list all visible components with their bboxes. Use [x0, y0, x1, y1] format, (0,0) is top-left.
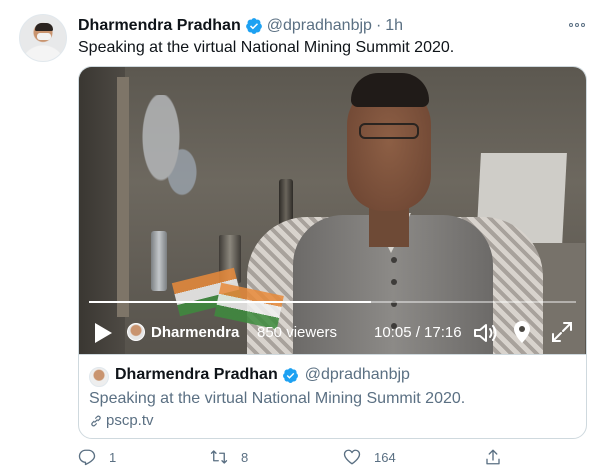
tweet-text: Speaking at the virtual National Mining …	[78, 39, 455, 56]
video-speaker-glasses	[359, 123, 419, 139]
share-icon	[486, 449, 500, 465]
play-icon[interactable]	[93, 322, 113, 344]
broadcaster-name[interactable]: Dharmendra ...	[151, 324, 241, 341]
quoted-author-handle: @dpradhanbjp	[304, 366, 410, 383]
quoted-text: Speaking at the virtual National Mining …	[89, 390, 466, 407]
quoted-tweet[interactable]: Dharmendra Pradhan @dpradhanbjp Speaking…	[79, 354, 586, 438]
volume-icon[interactable]	[472, 321, 498, 345]
viewer-count: 850 viewers	[257, 324, 338, 341]
author-name[interactable]: Dharmendra Pradhan	[78, 17, 241, 35]
fullscreen-icon[interactable]	[551, 321, 573, 343]
like-count: 164	[374, 449, 396, 465]
quoted-author-avatar	[89, 367, 109, 387]
avatar-hair	[35, 23, 53, 31]
header-separator: ·	[375, 17, 382, 34]
quoted-link[interactable]: pscp.tv	[89, 412, 154, 429]
author-avatar[interactable]	[19, 14, 67, 62]
tweet-actions: 1 8 164	[78, 448, 518, 468]
video-speaker-neck	[369, 207, 409, 247]
retweet-button[interactable]: 8	[210, 448, 248, 466]
like-button[interactable]: 164	[343, 448, 396, 466]
video-player[interactable]: Dharmendra ... 850 viewers 10:05 / 17:16	[79, 67, 586, 354]
quoted-header: Dharmendra Pradhan @dpradhanbjp	[115, 366, 410, 384]
video-scene-flowers	[133, 95, 203, 235]
share-button[interactable]	[484, 448, 502, 466]
tweet-time[interactable]: 1h	[385, 17, 403, 35]
broadcaster-avatar[interactable]	[127, 323, 145, 341]
tweet[interactable]: Dharmendra Pradhan @dpradhanbjp · 1h Spe…	[0, 0, 606, 471]
video-scene-vase	[151, 231, 167, 291]
author-handle[interactable]: @dpradhanbjp	[267, 17, 372, 35]
reply-icon	[78, 449, 96, 466]
quoted-author-name: Dharmendra Pradhan	[115, 366, 278, 383]
location-icon[interactable]	[513, 320, 531, 344]
media-card[interactable]: Dharmendra ... 850 viewers 10:05 / 17:16	[78, 66, 587, 439]
retweet-count: 8	[241, 449, 249, 465]
heart-icon	[343, 449, 361, 465]
video-timecode: 10:05 / 17:16	[374, 324, 462, 341]
retweet-icon	[210, 450, 228, 464]
tweet-header: Dharmendra Pradhan @dpradhanbjp · 1h	[78, 15, 403, 37]
video-progress-bar[interactable]	[89, 301, 576, 303]
avatar-mask	[37, 33, 51, 40]
verified-badge-icon	[245, 18, 262, 34]
more-options-icon[interactable]	[566, 16, 588, 34]
video-controls: Dharmendra ... 850 viewers 10:05 / 17:16	[79, 313, 586, 353]
video-progress-fill	[89, 301, 372, 303]
link-icon	[91, 415, 101, 426]
reply-button[interactable]: 1	[78, 448, 116, 466]
video-scene-frame	[117, 77, 129, 317]
verified-badge-icon	[282, 367, 298, 383]
reply-count: 1	[109, 449, 117, 465]
quoted-link-text[interactable]: pscp.tv	[106, 412, 154, 429]
video-speaker-hair	[351, 73, 429, 107]
